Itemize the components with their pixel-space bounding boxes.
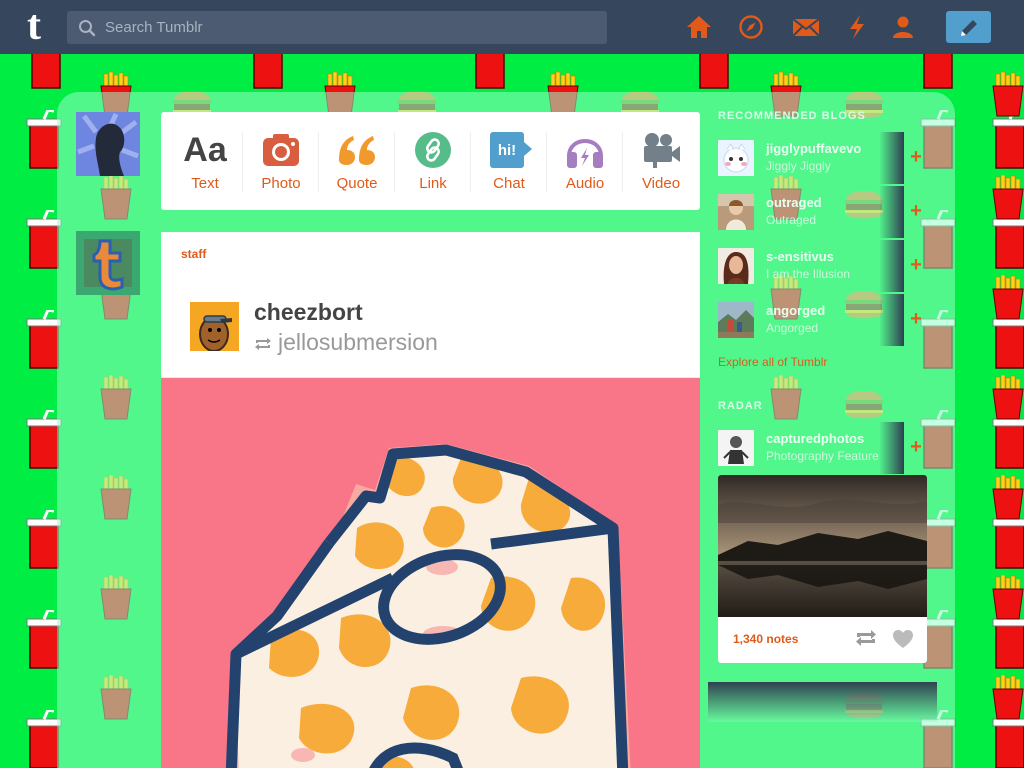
post-photo-button[interactable]: Photo bbox=[243, 112, 319, 210]
post-type-bar: Aa Text Photo Quote Link hi! Chat Audio … bbox=[161, 112, 700, 210]
row-shade bbox=[880, 422, 904, 474]
reblog-source[interactable]: jellosubmersion bbox=[254, 329, 438, 357]
radar-blog-item[interactable]: capturedphotos Photography Feature + bbox=[718, 422, 922, 474]
background-tile bbox=[992, 475, 1024, 520]
top-navigation-bar: t bbox=[0, 0, 1024, 54]
blog-avatar[interactable] bbox=[76, 231, 140, 295]
background-tile bbox=[992, 375, 1024, 420]
post-blog-name[interactable]: cheezbort bbox=[254, 299, 363, 326]
link-icon bbox=[415, 132, 451, 168]
explore-icon[interactable] bbox=[738, 14, 764, 40]
blog-name: angorged bbox=[766, 303, 826, 318]
post-quote-button[interactable]: Quote bbox=[319, 112, 395, 210]
dashboard-post: staff cheezbort jellosubmersion bbox=[161, 232, 700, 768]
reblog-source-name: jellosubmersion bbox=[278, 329, 438, 355]
blog-avatar bbox=[718, 248, 754, 284]
pencil-icon bbox=[961, 20, 977, 36]
radar-heading: RADAR bbox=[718, 400, 763, 412]
user-avatar[interactable] bbox=[76, 112, 140, 176]
tumblr-logo[interactable]: t bbox=[13, 5, 55, 47]
like-heart-icon[interactable] bbox=[892, 629, 914, 654]
background-tile bbox=[992, 72, 1024, 117]
notes-count[interactable]: 1,340 notes bbox=[733, 632, 798, 646]
background-tile bbox=[992, 675, 1024, 720]
search-icon bbox=[78, 19, 96, 42]
reblog-avatar[interactable] bbox=[190, 302, 239, 351]
account-icon[interactable] bbox=[890, 14, 916, 40]
post-type-label: Audio bbox=[565, 175, 605, 192]
sidebar: RECOMMENDED BLOGS jigglypuffavevo Jiggly… bbox=[700, 92, 956, 768]
follow-plus-icon[interactable]: + bbox=[908, 308, 924, 330]
blog-title: I am the Illusion bbox=[766, 267, 851, 281]
chat-bubble-tail bbox=[524, 142, 532, 156]
activity-icon[interactable] bbox=[846, 14, 872, 40]
post-type-label: Video bbox=[641, 175, 681, 192]
post-video-button[interactable]: Video bbox=[623, 112, 699, 210]
post-type-label: Quote bbox=[336, 175, 378, 192]
post-chat-button[interactable]: hi! Chat bbox=[471, 112, 547, 210]
search-input[interactable] bbox=[105, 11, 595, 44]
post-type-label: Link bbox=[419, 175, 447, 192]
blog-name: jigglypuffavevo bbox=[766, 141, 862, 156]
blog-name: outraged bbox=[766, 195, 822, 210]
background-tile bbox=[992, 110, 1024, 169]
post-text-button[interactable]: Aa Text bbox=[167, 112, 243, 210]
blog-avatar bbox=[718, 194, 754, 230]
blog-avatar bbox=[718, 140, 754, 176]
recommended-blog-item[interactable]: jigglypuffavevo Jiggly Jiggly + bbox=[718, 132, 922, 184]
row-shade bbox=[880, 240, 904, 292]
background-tile bbox=[992, 175, 1024, 220]
compose-button[interactable] bbox=[946, 11, 991, 43]
row-shade bbox=[880, 186, 904, 238]
follow-plus-icon[interactable]: + bbox=[908, 254, 924, 276]
follow-plus-icon[interactable]: + bbox=[908, 200, 924, 222]
reblog-icon[interactable] bbox=[855, 629, 877, 652]
camera-icon bbox=[263, 134, 299, 166]
search-box[interactable] bbox=[67, 11, 607, 44]
text-icon: Aa bbox=[183, 131, 227, 169]
headphones-icon bbox=[567, 139, 603, 168]
blog-title: Outraged bbox=[766, 213, 817, 227]
post-image[interactable] bbox=[161, 377, 700, 768]
recommended-heading: RECOMMENDED BLOGS bbox=[718, 110, 866, 122]
post-author[interactable]: staff bbox=[181, 247, 206, 261]
home-icon[interactable] bbox=[686, 14, 712, 40]
radar-post-card: 1,340 notes bbox=[718, 475, 927, 663]
blog-title: Jiggly Jiggly bbox=[766, 159, 831, 173]
post-link-button[interactable]: Link bbox=[395, 112, 471, 210]
row-shade bbox=[880, 294, 904, 346]
recommended-blog-item[interactable]: outraged Outraged + bbox=[718, 186, 922, 238]
reblog-icon bbox=[254, 330, 272, 357]
recommended-blog-item[interactable]: angorged Angorged + bbox=[718, 294, 922, 346]
video-camera-icon bbox=[644, 133, 680, 168]
follow-plus-icon[interactable]: + bbox=[908, 436, 924, 458]
explore-link[interactable]: Explore all of Tumblr bbox=[718, 355, 827, 369]
blog-title: Photography Feature bbox=[766, 449, 879, 463]
radar-post-image[interactable] bbox=[718, 475, 927, 617]
post-type-label: Photo bbox=[261, 175, 301, 192]
blog-name: s-ensitivus bbox=[766, 249, 834, 264]
blog-avatar bbox=[718, 430, 754, 466]
post-audio-button[interactable]: Audio bbox=[547, 112, 623, 210]
row-shade bbox=[880, 132, 904, 184]
blog-name: capturedphotos bbox=[766, 431, 865, 446]
post-type-label: Chat bbox=[493, 175, 525, 192]
blog-title: Angorged bbox=[766, 321, 819, 335]
background-tile bbox=[992, 575, 1024, 620]
messages-icon[interactable] bbox=[792, 14, 820, 40]
quote-icon bbox=[339, 136, 375, 165]
blog-avatar bbox=[718, 302, 754, 338]
post-type-label: Text bbox=[191, 175, 219, 192]
follow-plus-icon[interactable]: + bbox=[908, 146, 924, 168]
sidebar-footer-fade bbox=[708, 682, 937, 722]
chat-icon: hi! bbox=[490, 132, 524, 168]
background-tile bbox=[992, 275, 1024, 320]
recommended-blog-item[interactable]: s-ensitivus I am the Illusion + bbox=[718, 240, 922, 292]
